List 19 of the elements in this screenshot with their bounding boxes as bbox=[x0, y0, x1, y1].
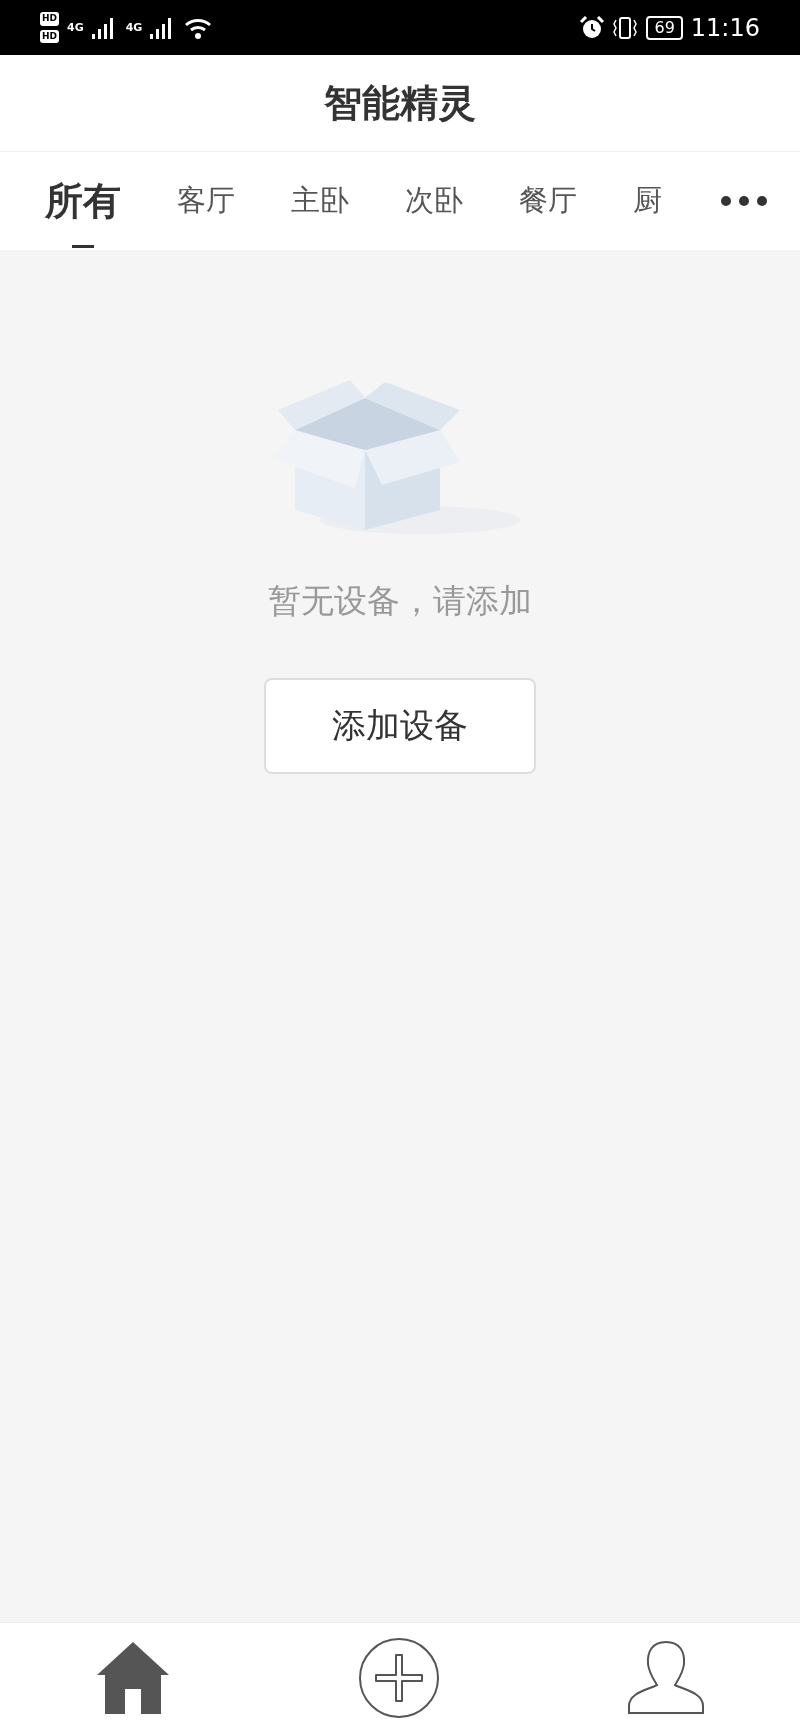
network-label: 4G bbox=[67, 22, 84, 33]
tab[interactable]: 主卧 bbox=[291, 152, 349, 250]
sim-label: HD bbox=[40, 12, 59, 26]
add-icon[interactable] bbox=[358, 1637, 440, 1719]
tab[interactable]: 厨 bbox=[633, 152, 662, 250]
page-title: 智能精灵 bbox=[324, 79, 476, 127]
more-icon[interactable] bbox=[720, 195, 768, 207]
status-time: 11:16 bbox=[690, 12, 760, 44]
empty-message: 暂无设备，请添加 bbox=[268, 580, 532, 622]
tab[interactable]: 餐厅 bbox=[519, 152, 577, 250]
network-label: 4G bbox=[125, 22, 143, 33]
tab[interactable]: 次卧 bbox=[405, 152, 463, 250]
alarm-icon bbox=[580, 15, 605, 40]
add-device-button[interactable]: 添加设备 bbox=[264, 677, 536, 774]
sim-label: HD bbox=[40, 29, 59, 43]
tab[interactable]: 客厅 bbox=[177, 152, 235, 250]
battery-level: 69 bbox=[646, 15, 683, 40]
vibrate-icon bbox=[612, 15, 639, 40]
tab[interactable]: 所有 bbox=[45, 152, 121, 250]
